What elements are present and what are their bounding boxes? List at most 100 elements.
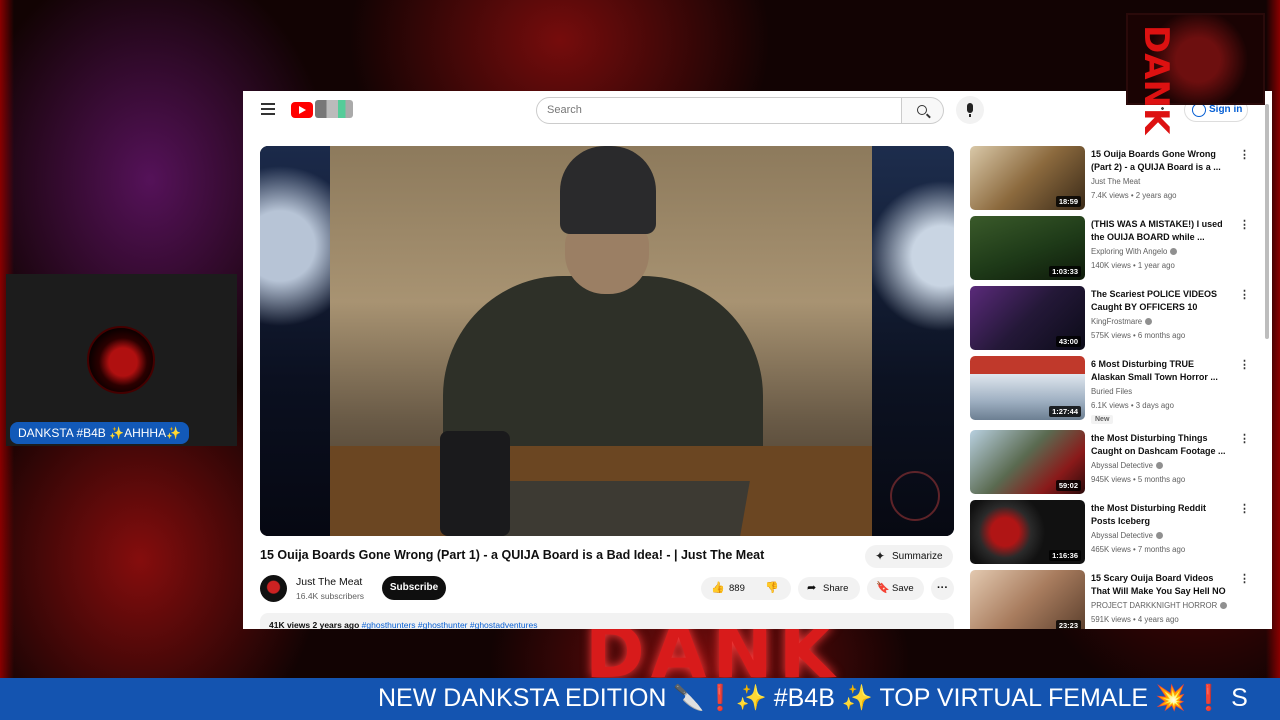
duration-badge: 1:16:36 — [1049, 550, 1081, 561]
description-box[interactable]: 41K views 2 years ago #ghosthunters #gho… — [260, 613, 954, 629]
hashtags[interactable]: #ghosthunters #ghosthunter #ghostadventu… — [362, 620, 538, 629]
video-person-hat — [560, 146, 656, 234]
scrollbar-thumb[interactable] — [1265, 104, 1269, 339]
share-button[interactable]: ➦ Share — [798, 577, 860, 600]
recommendation-meta: 140K views • 1 year ago — [1091, 261, 1175, 270]
search-input[interactable]: Search — [536, 97, 902, 124]
video-thumbnail[interactable]: 59:02 — [970, 430, 1085, 494]
verified-icon — [1170, 248, 1178, 255]
youtube-window: Search Sign in 15 Ouija Boards Gone Wron… — [243, 91, 1272, 629]
share-icon: ➦ — [807, 582, 817, 594]
recommendation-meta: 7.4K views • 2 years ago — [1091, 191, 1177, 200]
verified-icon — [1145, 318, 1153, 325]
recommendation-item[interactable]: 23:23 15 Scary Ouija Board Videos That W… — [970, 570, 1260, 629]
like-icon[interactable]: 👍 — [711, 577, 725, 600]
recommendation-meta: 945K views • 5 months ago — [1091, 475, 1186, 484]
voice-search-button[interactable] — [956, 96, 984, 124]
video-watermark-icon — [890, 471, 940, 521]
recommendation-title[interactable]: The Scariest POLICE VIDEOS Caught BY OFF… — [1091, 288, 1229, 314]
menu-icon[interactable] — [261, 103, 275, 115]
duration-badge: 18:59 — [1055, 196, 1081, 207]
recommendation-title[interactable]: 15 Ouija Boards Gone Wrong (Part 2) - a … — [1091, 148, 1229, 174]
new-badge: New — [1091, 415, 1114, 424]
more-options-icon[interactable]: ⋮ — [1239, 432, 1250, 445]
streamer-name-label: DANKSTA #B4B ✨AHHHA✨ — [10, 422, 190, 444]
recommendation-title[interactable]: (THIS WAS A MISTAKE!) I used the OUIJA B… — [1091, 218, 1229, 244]
sparkle-icon: ✦ — [875, 549, 886, 563]
more-options-icon[interactable]: ⋮ — [1239, 502, 1250, 515]
search-button[interactable] — [902, 97, 944, 124]
video-thumbnail[interactable]: 18:59 — [970, 146, 1085, 210]
sign-in-label: Sign in — [1209, 104, 1243, 115]
recommendation-meta: 465K views • 7 months ago — [1091, 545, 1186, 554]
more-options-icon[interactable]: ⋮ — [1239, 358, 1250, 371]
channel-name[interactable]: Just The Meat — [296, 576, 362, 588]
recommendation-title[interactable]: the Most Disturbing Reddit Posts Iceberg — [1091, 502, 1229, 528]
recommendation-channel: Buried Files — [1091, 387, 1132, 396]
channel-label: PROJECT DARKKNIGHT HORROR — [1091, 601, 1218, 610]
background-art-purple — [0, 59, 212, 202]
video-thumbnail[interactable]: 1:03:33 — [970, 216, 1085, 280]
duration-badge: 23:23 — [1055, 620, 1081, 629]
recommendation-channel: KingFrostmare — [1091, 317, 1153, 326]
recommendation-item[interactable]: 1:16:36 the Most Disturbing Reddit Posts… — [970, 500, 1260, 570]
more-options-icon[interactable]: ⋮ — [1239, 218, 1250, 231]
subscribe-button[interactable]: Subscribe — [382, 576, 446, 600]
video-thumbnail[interactable]: 1:27:44 — [970, 356, 1085, 420]
recommendation-item[interactable]: 43:00 The Scariest POLICE VIDEOS Caught … — [970, 286, 1260, 356]
account-icon — [1192, 103, 1206, 117]
recommendation-item[interactable]: 59:02 the Most Disturbing Things Caught … — [970, 430, 1260, 500]
channel-label: Just The Meat — [1091, 177, 1141, 186]
verified-icon — [1155, 532, 1163, 539]
more-options-icon[interactable]: ⋮ — [1239, 572, 1250, 585]
verified-icon — [1155, 462, 1163, 469]
duration-badge: 43:00 — [1055, 336, 1081, 347]
like-count[interactable]: 889 — [729, 577, 745, 600]
channel-label: Abyssal Detective — [1091, 531, 1153, 540]
scrollbar[interactable] — [1264, 98, 1270, 622]
streamer-avatar — [87, 326, 155, 394]
dislike-icon[interactable]: 👎 — [765, 577, 779, 600]
recommendation-item[interactable]: 1:03:33 (THIS WAS A MISTAKE!) I used the… — [970, 216, 1260, 286]
video-title: 15 Ouija Boards Gone Wrong (Part 1) - a … — [260, 548, 765, 562]
channel-avatar[interactable] — [260, 575, 287, 602]
youtube-logo-icon[interactable] — [291, 102, 313, 118]
stream-logo: DANK — [1126, 13, 1265, 134]
verified-icon — [1220, 602, 1228, 609]
recommendation-meta: 591K views • 4 years ago — [1091, 615, 1179, 624]
upload-age: 2 years ago — [312, 620, 360, 629]
video-thumbnail[interactable]: 1:16:36 — [970, 500, 1085, 564]
duration-badge: 1:27:44 — [1049, 406, 1081, 417]
more-options-icon[interactable]: ⋮ — [1239, 288, 1250, 301]
video-thumbnail[interactable]: 23:23 — [970, 570, 1085, 629]
recommendation-title[interactable]: the Most Disturbing Things Caught on Das… — [1091, 432, 1229, 458]
recommendation-channel: Abyssal Detective — [1091, 461, 1163, 470]
video-device — [440, 431, 510, 536]
stream-logo-text: DANK — [1136, 25, 1176, 135]
recommendation-channel: Exploring With Angelo — [1091, 247, 1178, 256]
more-actions-button[interactable]: ··· — [931, 577, 954, 600]
channel-label: Exploring With Angelo — [1091, 247, 1168, 256]
recommendation-item[interactable]: 18:59 15 Ouija Boards Gone Wrong (Part 2… — [970, 146, 1260, 216]
microphone-icon — [967, 103, 973, 117]
duration-badge: 59:02 — [1055, 480, 1081, 491]
recommendation-title[interactable]: 6 Most Disturbing TRUE Alaskan Small Tow… — [1091, 358, 1229, 384]
channel-label: KingFrostmare — [1091, 317, 1143, 326]
video-thumbnail[interactable]: 43:00 — [970, 286, 1085, 350]
more-options-icon[interactable]: ⋮ — [1239, 148, 1250, 161]
duration-badge: 1:03:33 — [1049, 266, 1081, 277]
webcam-panel: DANKSTA #B4B ✨AHHHA✨ — [6, 274, 237, 446]
news-ticker: NEW DANKSTA EDITION 🔪❗✨ #B4B ✨ TOP VIRTU… — [0, 678, 1280, 720]
ticker-text: NEW DANKSTA EDITION 🔪❗✨ #B4B ✨ TOP VIRTU… — [378, 684, 1248, 712]
summarize-button[interactable]: ✦ Summarize — [865, 545, 953, 568]
summarize-label: Summarize — [892, 551, 943, 562]
like-dislike-group: 👍 889 👎 — [701, 577, 791, 600]
save-button[interactable]: 🔖 Save — [867, 577, 924, 600]
logo-doodle-icon[interactable] — [315, 100, 353, 118]
share-label: Share — [823, 583, 849, 594]
search-icon — [917, 105, 927, 115]
recommendation-title[interactable]: 15 Scary Ouija Board Videos That Will Ma… — [1091, 572, 1229, 598]
recommendation-meta: 575K views • 6 months ago — [1091, 331, 1186, 340]
recommendation-item[interactable]: 1:27:44 6 Most Disturbing TRUE Alaskan S… — [970, 356, 1260, 430]
video-player[interactable] — [260, 146, 954, 536]
